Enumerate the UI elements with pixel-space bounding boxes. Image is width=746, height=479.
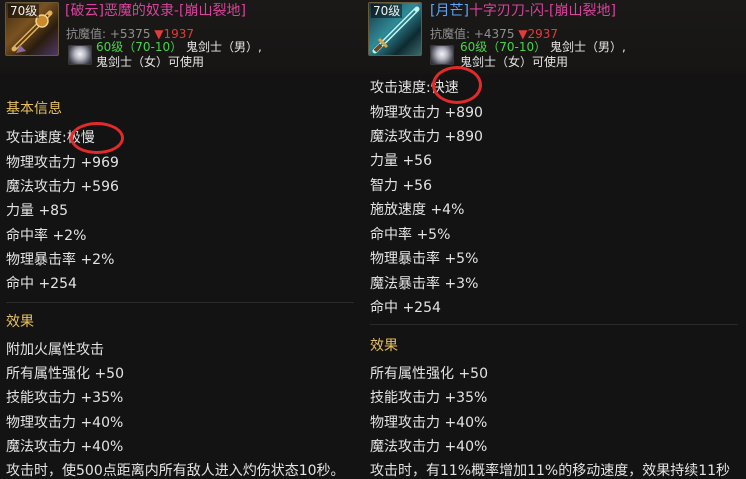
left-basic-info-title: 基本信息 (6, 101, 62, 117)
left-required-level: 60级（70-10） (96, 40, 183, 54)
right-stat-row: 施放速度 +4% (370, 202, 465, 218)
right-item-name-prefix: [月芒] (430, 3, 469, 19)
right-required-class-1: 鬼剑士（男）, (549, 40, 626, 54)
left-item-tooltip: 70级 [破云]恶魔的奴隶-[崩山裂地] 抗魔值: +5375 ▼1937 60… (0, 0, 362, 479)
right-required-class-2: 鬼剑士（女）可使用 (460, 55, 569, 69)
left-item-header: 70级 [破云]恶魔的奴隶-[崩山裂地] 抗魔值: +5375 ▼1937 60… (0, 0, 362, 74)
right-stat-row: 命中率 +5% (370, 227, 451, 243)
left-stat-row: 物理攻击力 +969 (6, 155, 119, 171)
left-stat-row: 命中率 +2% (6, 228, 87, 244)
right-effect-row: 攻击时，有11%概率增加11%的移动速度，效果持续11秒 (370, 463, 731, 479)
right-stat-row: 物理暴击率 +5% (370, 251, 479, 267)
left-item-name: [破云]恶魔的奴隶-[崩山裂地] (65, 2, 246, 20)
right-stat-row: 魔法暴击率 +3% (370, 276, 479, 292)
left-effect-row: 所有属性强化 +50 (6, 366, 124, 382)
right-effect-row: 物理攻击力 +40% (370, 415, 488, 431)
left-slot-gem-icon (68, 45, 92, 65)
left-anti-magic-delta: ▼1937 (154, 27, 195, 41)
item-compare-screen: 70级 [破云]恶魔的奴隶-[崩山裂地] 抗魔值: +5375 ▼1937 60… (0, 0, 746, 479)
right-item-tooltip: 70级 [月芒]十字刃刀-闪-[崩山裂地] 抗魔值: +4375 ▼2937 6… (362, 0, 746, 479)
left-item-name-main: 恶魔的奴隶-[崩山裂地] (103, 3, 246, 19)
left-requirement-line-1: 60级（70-10） 鬼剑士（男）, (96, 40, 262, 55)
right-stat-row: 物理攻击力 +890 (370, 105, 483, 121)
right-item-header: 70级 [月芒]十字刃刀-闪-[崩山裂地] 抗魔值: +4375 ▼2937 6… (362, 0, 746, 74)
right-anti-magic-delta: ▼2937 (518, 27, 559, 41)
left-section-divider (6, 302, 354, 303)
right-effect-title: 效果 (370, 338, 398, 354)
left-item-level-badge: 70级 (8, 4, 40, 18)
left-effect-row: 物理攻击力 +40% (6, 415, 124, 431)
right-stat-row: 命中 +254 (370, 300, 441, 316)
right-slot-gem-icon (430, 45, 454, 65)
right-section-divider (370, 324, 738, 325)
right-item-weapon-icon[interactable]: 70级 (368, 2, 422, 56)
right-attack-speed-highlight-circle (432, 66, 482, 104)
left-effect-row: 技能攻击力 +35% (6, 390, 124, 406)
right-item-level-badge: 70级 (371, 4, 403, 18)
right-requirement-line-1: 60级（70-10） 鬼剑士（男）, (460, 40, 626, 55)
right-required-level: 60级（70-10） (460, 40, 547, 54)
right-stat-row: 智力 +56 (370, 178, 432, 194)
left-effect-title: 效果 (6, 314, 34, 330)
left-attack-speed-highlight-circle (70, 122, 124, 154)
left-effect-row: 攻击时，使500点距离内所有敌人进入灼伤状态10秒。 (6, 463, 345, 479)
left-stat-row: 物理暴击率 +2% (6, 252, 115, 268)
left-stat-row: 命中 +254 (6, 276, 77, 292)
left-effect-row: 附加火属性攻击 (6, 342, 104, 358)
left-stat-row: 魔法攻击力 +596 (6, 179, 119, 195)
right-item-body: 攻击速度:快速 物理攻击力 +890 魔法攻击力 +890 力量 +56 智力 … (362, 66, 746, 479)
right-effect-row: 魔法攻击力 +40% (370, 439, 488, 455)
left-item-name-prefix: [破云] (65, 3, 104, 19)
right-anti-magic-label: 抗魔值: +4375 (430, 27, 515, 41)
right-effect-row: 技能攻击力 +35% (370, 390, 488, 406)
left-required-class-2: 鬼剑士（女）可使用 (96, 55, 205, 69)
right-stat-row: 力量 +56 (370, 153, 432, 169)
right-attack-speed-label: 攻击速度: (370, 80, 431, 96)
right-item-name: [月芒]十字刃刀-闪-[崩山裂地] (430, 2, 616, 20)
left-effect-row: 魔法攻击力 +40% (6, 439, 124, 455)
left-anti-magic-label: 抗魔值: +5375 (66, 27, 151, 41)
left-stat-row: 力量 +85 (6, 203, 68, 219)
right-item-name-main: 十字刃刀-闪-[崩山裂地] (468, 3, 616, 19)
left-item-weapon-icon[interactable]: 70级 (5, 2, 59, 56)
left-item-body: 基本信息 攻击速度:极慢 物理攻击力 +969 魔法攻击力 +596 力量 +8… (0, 74, 362, 479)
left-attack-speed-label: 攻击速度: (6, 130, 67, 146)
left-required-class-1: 鬼剑士（男）, (185, 40, 262, 54)
right-stat-row: 魔法攻击力 +890 (370, 129, 483, 145)
right-effect-row: 所有属性强化 +50 (370, 366, 488, 382)
